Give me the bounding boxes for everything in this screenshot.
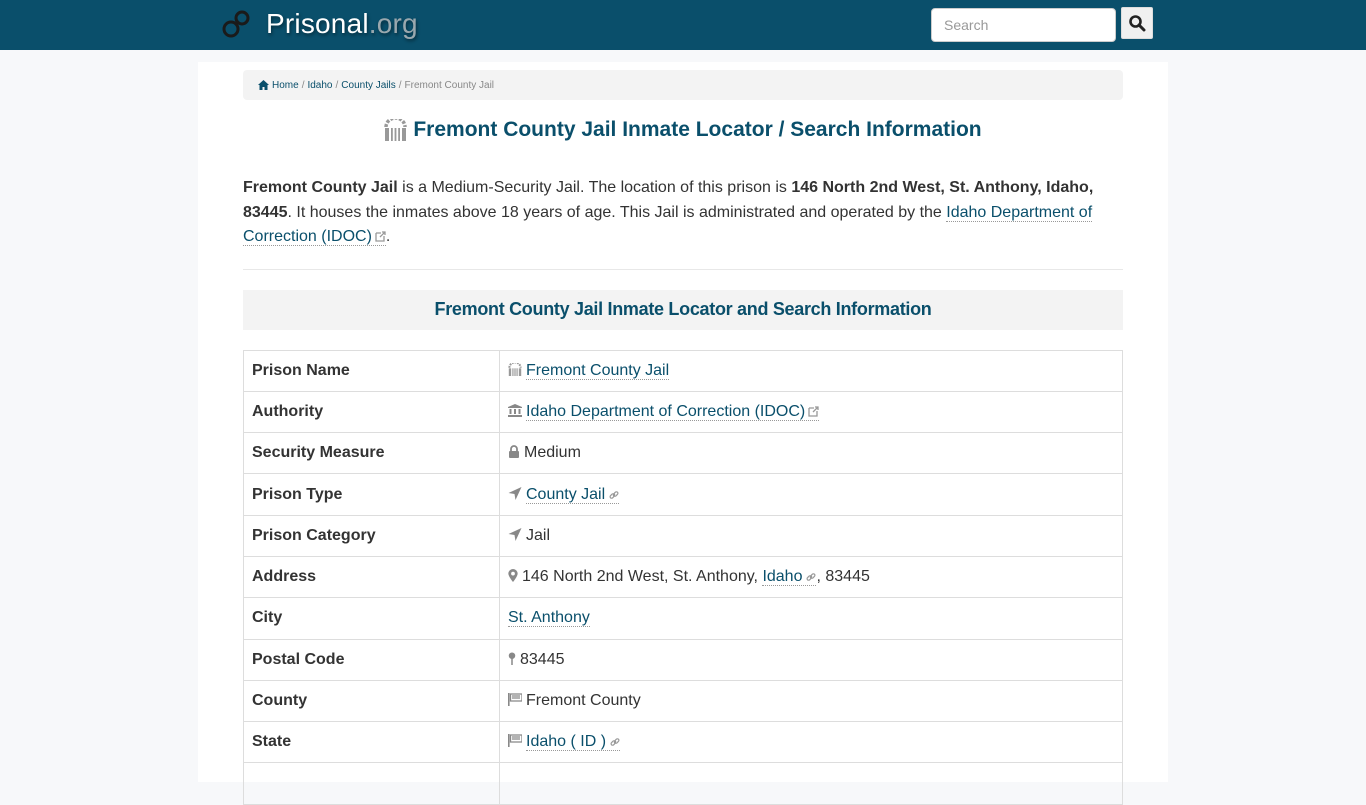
table-row: Address 146 North 2nd West, St. Anthony,… [243,555,1123,599]
search-icon [1129,15,1146,32]
top-navbar: Prisonal.org [0,0,1366,50]
breadcrumb-category[interactable]: County Jails [341,80,395,91]
state-link[interactable]: Idaho ( ID ) [526,733,621,752]
breadcrumb-separator: / [301,79,305,91]
divider [243,268,1123,270]
address-state-link[interactable]: Idaho [762,568,817,587]
row-value: Fremont County Jail [499,349,1123,392]
page-title-text: Fremont County Jail Inmate Locator / Sea… [413,118,982,141]
bank-icon [508,403,522,417]
table-row: Prison Name Fremont County Jail [243,349,1123,392]
row-label: Authority [243,390,500,434]
prison-name-link[interactable]: Fremont County Jail [526,361,670,380]
map-marker-icon [508,569,518,583]
table-row: Prison Type County Jail [243,473,1123,516]
external-link-icon [808,406,819,417]
main-content: Home / Idaho / County Jails / Fremont Co… [198,62,1168,805]
table-row: Prison Category Jail [243,514,1123,557]
county-value: Fremont County [526,692,641,710]
address-zip: , 83445 [816,568,870,586]
row-label: Postal Code [243,638,500,681]
table-row: City St. Anthony [243,597,1123,640]
jail-icon [384,119,408,141]
row-label: Prison Type [243,473,500,516]
jail-icon [508,361,522,376]
security-value: Medium [524,444,581,462]
search-button[interactable] [1121,7,1153,39]
link-icon [610,738,620,747]
row-value: 146 North 2nd West, St. Anthony, Idaho, … [499,555,1123,599]
row-label: County [243,679,500,723]
prison-category-value: Jail [526,526,551,544]
link-icon [609,490,619,499]
row-label: Address [243,555,500,599]
row-value: Idaho ( ID ) [499,721,1123,764]
section-heading: Fremont County Jail Inmate Locator and S… [243,289,1123,330]
flag-icon [508,734,523,748]
breadcrumb-separator: / [398,79,402,91]
breadcrumb: Home / Idaho / County Jails / Fremont Co… [243,70,1123,100]
row-value [499,762,1123,805]
page-title: Fremont County Jail Inmate Locator / Sea… [243,118,1123,142]
location-arrow-icon [508,527,522,541]
row-value: Jail [499,514,1123,557]
row-value: Medium [499,432,1123,475]
map-pin-icon [508,652,516,665]
search-form [931,7,1153,42]
row-value: Idaho Department of Correction (IDOC) [499,390,1123,434]
row-label: City [243,597,500,640]
site-logo-link[interactable]: Prisonal.org [221,8,418,40]
row-value: 83445 [499,638,1123,681]
row-value: Fremont County [499,679,1123,723]
breadcrumb-separator: / [335,79,339,91]
row-label: Security Measure [243,432,500,475]
breadcrumb-state[interactable]: Idaho [307,80,332,91]
table-row: Postal Code 83445 [243,638,1123,681]
row-label: Prison Name [243,349,500,392]
external-link-icon [375,231,386,242]
intro-paragraph: Fremont County Jail is a Medium-Security… [243,176,1123,250]
lock-icon [509,445,519,459]
prison-info-table: Prison Name Fremont County Jail Authorit… [243,349,1123,805]
row-label [243,762,500,805]
intro-text: . [385,228,391,245]
breadcrumb-home[interactable]: Home [272,80,299,91]
row-value: County Jail [499,473,1123,516]
authority-link[interactable]: Idaho Department of Correction (IDOC) [526,402,820,421]
table-row: County Fremont County [243,679,1123,723]
row-value: St. Anthony [499,597,1123,640]
intro-text: . It houses the inmates above 18 years o… [287,203,947,221]
city-link[interactable]: St. Anthony [508,609,590,628]
postal-code-value: 83445 [520,650,565,668]
row-label: Prison Category [243,514,500,557]
search-input[interactable] [931,8,1116,42]
row-label: State [243,721,500,764]
table-row: Security Measure Medium [243,432,1123,475]
link-icon [806,573,816,581]
intro-text: is a Medium-Security Jail. The location … [397,179,792,196]
intro-prison-name: Fremont County Jail [243,179,398,196]
table-row [243,762,1123,805]
table-row: State Idaho ( ID ) [243,721,1123,764]
location-arrow-icon [508,486,522,500]
breadcrumb-current: Fremont County Jail [404,79,495,91]
flag-icon [508,693,523,707]
address-text: 146 North 2nd West, St. Anthony, [522,568,763,586]
prison-type-link[interactable]: County Jail [526,485,620,504]
site-name: Prisonal.org [266,8,418,39]
home-icon [258,80,269,90]
table-row: Authority Idaho Department of Correction… [243,390,1123,434]
handcuffs-icon [222,10,250,38]
